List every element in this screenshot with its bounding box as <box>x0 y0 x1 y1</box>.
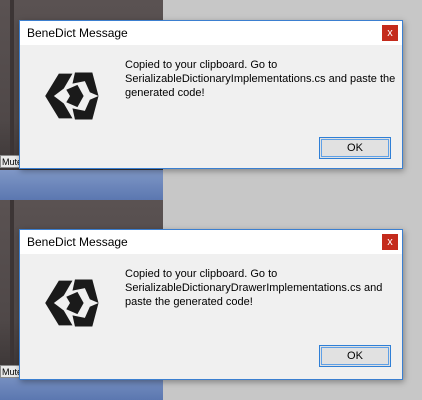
panel-divider <box>10 200 14 370</box>
dialog-message: Copied to your clipboard. Go to Serializ… <box>125 268 383 308</box>
close-icon: x <box>387 27 393 39</box>
ok-button[interactable]: OK <box>319 345 391 367</box>
ok-button[interactable]: OK <box>319 137 391 159</box>
message-dialog: BeneDict Message x Copied to your clipbo… <box>19 229 403 380</box>
dialog-message: Copied to your clipboard. Go to Serializ… <box>125 59 396 99</box>
close-button[interactable]: x <box>382 234 398 250</box>
close-button[interactable]: x <box>382 25 398 41</box>
close-icon: x <box>387 236 393 248</box>
unity-logo-icon <box>45 279 99 327</box>
message-dialog: BeneDict Message x Copied to your clipbo… <box>19 20 403 169</box>
dialog-titlebar[interactable]: BeneDict Message x <box>20 230 402 254</box>
dialog-titlebar[interactable]: BeneDict Message x <box>20 21 402 45</box>
dialog-title: BeneDict Message <box>27 26 128 40</box>
unity-logo-icon <box>45 72 99 120</box>
dialog-title: BeneDict Message <box>27 235 128 249</box>
selected-row-band <box>0 170 163 200</box>
